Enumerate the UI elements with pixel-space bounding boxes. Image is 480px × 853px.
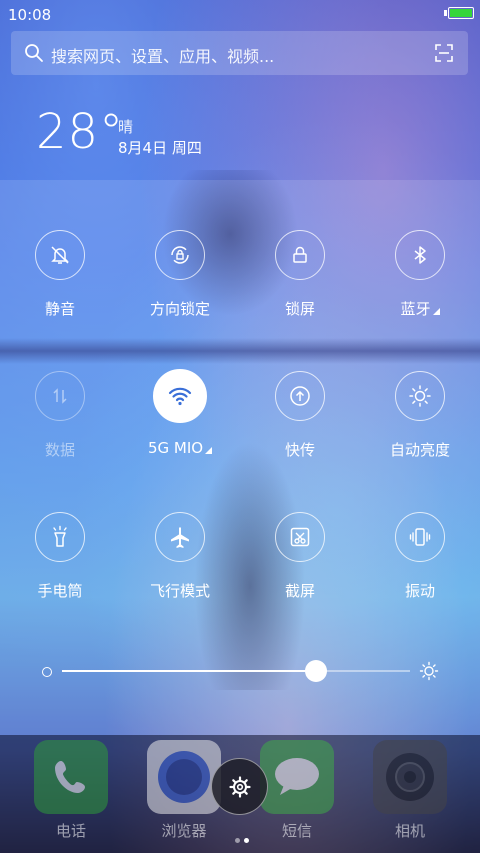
search-input[interactable]: 搜索网页、设置、应用、视频... xyxy=(51,43,274,67)
toggle-label-text: 蓝牙 xyxy=(400,300,431,318)
wifi-icon xyxy=(153,369,207,423)
toggle-wifi[interactable]: 5G MIO xyxy=(120,369,240,457)
weather-temperature: 28° xyxy=(36,104,125,160)
dock-app-sms[interactable]: 短信 xyxy=(259,740,335,841)
auto-brightness-icon xyxy=(395,371,445,421)
brightness-slider[interactable] xyxy=(62,660,410,682)
page-dot xyxy=(235,838,240,843)
weather-condition: 晴 xyxy=(118,118,134,136)
toggle-flashlight[interactable]: 手电筒 xyxy=(0,512,120,601)
toggle-lock-screen[interactable]: 锁屏 xyxy=(240,230,360,319)
toggle-label: 振动 xyxy=(404,582,435,600)
camera-icon xyxy=(373,740,447,814)
app-label: 浏览器 xyxy=(161,822,207,840)
expand-arrow-icon xyxy=(205,447,213,454)
toggle-label: 锁屏 xyxy=(284,300,315,318)
toggle-airplane-mode[interactable]: 飞行模式 xyxy=(120,512,240,601)
quick-transfer-icon xyxy=(275,371,325,421)
gear-icon xyxy=(228,775,251,798)
battery-tip xyxy=(444,10,447,16)
sms-icon xyxy=(260,740,334,814)
toggle-label: 方向锁定 xyxy=(149,300,210,318)
flashlight-icon xyxy=(35,512,85,562)
browser-icon xyxy=(147,740,221,814)
search-icon xyxy=(25,44,43,62)
toggle-label: 手电筒 xyxy=(37,582,83,600)
bluetooth-icon xyxy=(395,230,445,280)
battery-icon xyxy=(448,7,474,19)
vibrate-icon xyxy=(395,512,445,562)
toggle-rotation-lock[interactable]: 方向锁定 xyxy=(120,230,240,319)
toggle-auto-brightness[interactable]: 自动亮度 xyxy=(360,371,480,460)
app-label: 电话 xyxy=(55,822,86,840)
weather-date: 8月4日 周四 xyxy=(118,139,202,157)
toggle-label: 截屏 xyxy=(284,582,315,600)
page-dot xyxy=(244,838,249,843)
lock-icon xyxy=(275,230,325,280)
airplane-icon xyxy=(155,512,205,562)
toggle-vibrate[interactable]: 振动 xyxy=(360,512,480,601)
scan-icon[interactable] xyxy=(434,43,454,63)
toggle-mobile-data[interactable]: 数据 xyxy=(0,371,120,460)
toggle-label: 自动亮度 xyxy=(389,441,450,459)
status-time: 10:08 xyxy=(8,6,52,24)
page-indicator xyxy=(233,828,251,847)
toggle-quick-transfer[interactable]: 快传 xyxy=(240,371,360,460)
expand-arrow-icon xyxy=(432,308,440,315)
brightness-thumb[interactable] xyxy=(305,660,328,682)
dock-app-phone[interactable]: 电话 xyxy=(33,740,109,841)
dock-app-camera[interactable]: 相机 xyxy=(372,740,448,841)
app-label: 短信 xyxy=(281,822,312,840)
silent-bell-icon xyxy=(35,230,85,280)
app-label: 相机 xyxy=(394,822,425,840)
status-bar: 10:08 xyxy=(0,0,480,28)
brightness-low-icon xyxy=(42,667,52,677)
battery-fill xyxy=(450,9,472,17)
toggle-label: 快传 xyxy=(284,441,315,459)
phone-icon xyxy=(34,740,108,814)
search-bar[interactable]: 搜索网页、设置、应用、视频... xyxy=(11,31,468,75)
toggle-label: 蓝牙 xyxy=(360,298,480,319)
toggle-label: 飞行模式 xyxy=(149,582,210,600)
brightness-high-icon xyxy=(419,661,439,681)
brightness-fill xyxy=(62,670,317,672)
toggle-screenshot[interactable]: 截屏 xyxy=(240,512,360,601)
toggle-label: 数据 xyxy=(44,441,75,459)
toggle-label-text: 5G MIO xyxy=(147,439,204,457)
toggle-label: 静音 xyxy=(44,300,75,318)
rotation-lock-icon xyxy=(155,230,205,280)
toggle-bluetooth[interactable]: 蓝牙 xyxy=(360,230,480,319)
mobile-data-icon xyxy=(35,371,85,421)
settings-button[interactable] xyxy=(211,758,268,815)
toggle-silent[interactable]: 静音 xyxy=(0,230,120,319)
toggle-label: 5G MIO xyxy=(120,439,240,457)
screenshot-icon xyxy=(275,512,325,562)
